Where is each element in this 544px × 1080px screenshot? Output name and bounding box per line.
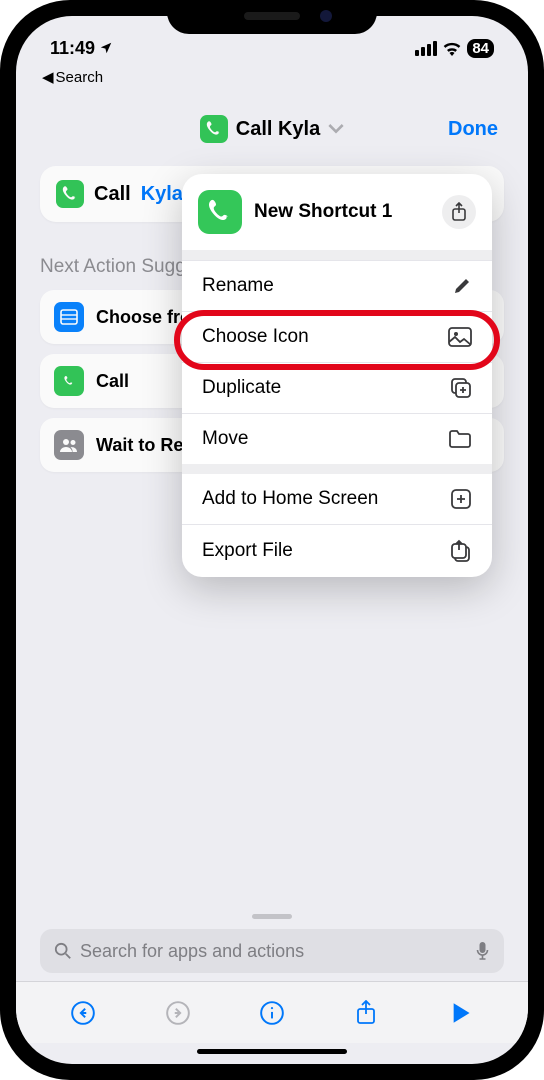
- phone-app-icon: [198, 190, 242, 234]
- front-camera: [320, 10, 332, 22]
- menu-move[interactable]: Move: [182, 413, 492, 464]
- menu-label: Move: [202, 428, 248, 450]
- menu-export-file[interactable]: Export File: [182, 524, 492, 577]
- shortcut-context-menu: New Shortcut 1 Rename Choose Icon Dupli: [182, 174, 492, 577]
- folder-icon: [448, 429, 472, 449]
- earpiece: [244, 12, 300, 20]
- location-icon: [99, 40, 113, 56]
- status-left: 11:49: [50, 38, 113, 59]
- wifi-icon: [442, 41, 462, 56]
- menu-add-home[interactable]: Add to Home Screen: [182, 474, 492, 524]
- cell-signal-icon: [415, 41, 437, 56]
- battery-indicator: 84: [467, 39, 494, 58]
- clock: 11:49: [50, 38, 95, 59]
- duplicate-icon: [450, 377, 472, 399]
- back-to-search[interactable]: ◀ Search: [42, 68, 103, 86]
- popover-header: New Shortcut 1: [182, 174, 492, 250]
- back-label: Search: [56, 69, 104, 86]
- share-icon: [451, 202, 467, 222]
- chevron-left-icon: ◀: [42, 68, 54, 86]
- menu-label: Duplicate: [202, 377, 281, 399]
- export-icon: [450, 539, 472, 563]
- separator: [182, 250, 492, 260]
- phone-frame: 11:49 84 ◀ Search Call Kyla Done: [0, 0, 544, 1080]
- menu-duplicate[interactable]: Duplicate: [182, 362, 492, 413]
- status-right: 84: [415, 39, 494, 58]
- photo-icon: [448, 327, 472, 347]
- status-bar: 11:49 84: [16, 28, 528, 68]
- menu-label: Rename: [202, 275, 274, 297]
- shortcut-name: New Shortcut 1: [254, 201, 430, 223]
- pencil-icon: [452, 276, 472, 296]
- menu-label: Add to Home Screen: [202, 488, 378, 510]
- screen: 11:49 84 ◀ Search Call Kyla Done: [16, 16, 528, 1064]
- battery-percent: 84: [472, 40, 489, 57]
- menu-label: Choose Icon: [202, 326, 309, 348]
- plus-square-icon: [450, 488, 472, 510]
- share-shortcut-button[interactable]: [442, 195, 476, 229]
- menu-rename[interactable]: Rename: [182, 260, 492, 311]
- menu-label: Export File: [202, 540, 293, 562]
- menu-choose-icon[interactable]: Choose Icon: [182, 311, 492, 362]
- separator: [182, 464, 492, 474]
